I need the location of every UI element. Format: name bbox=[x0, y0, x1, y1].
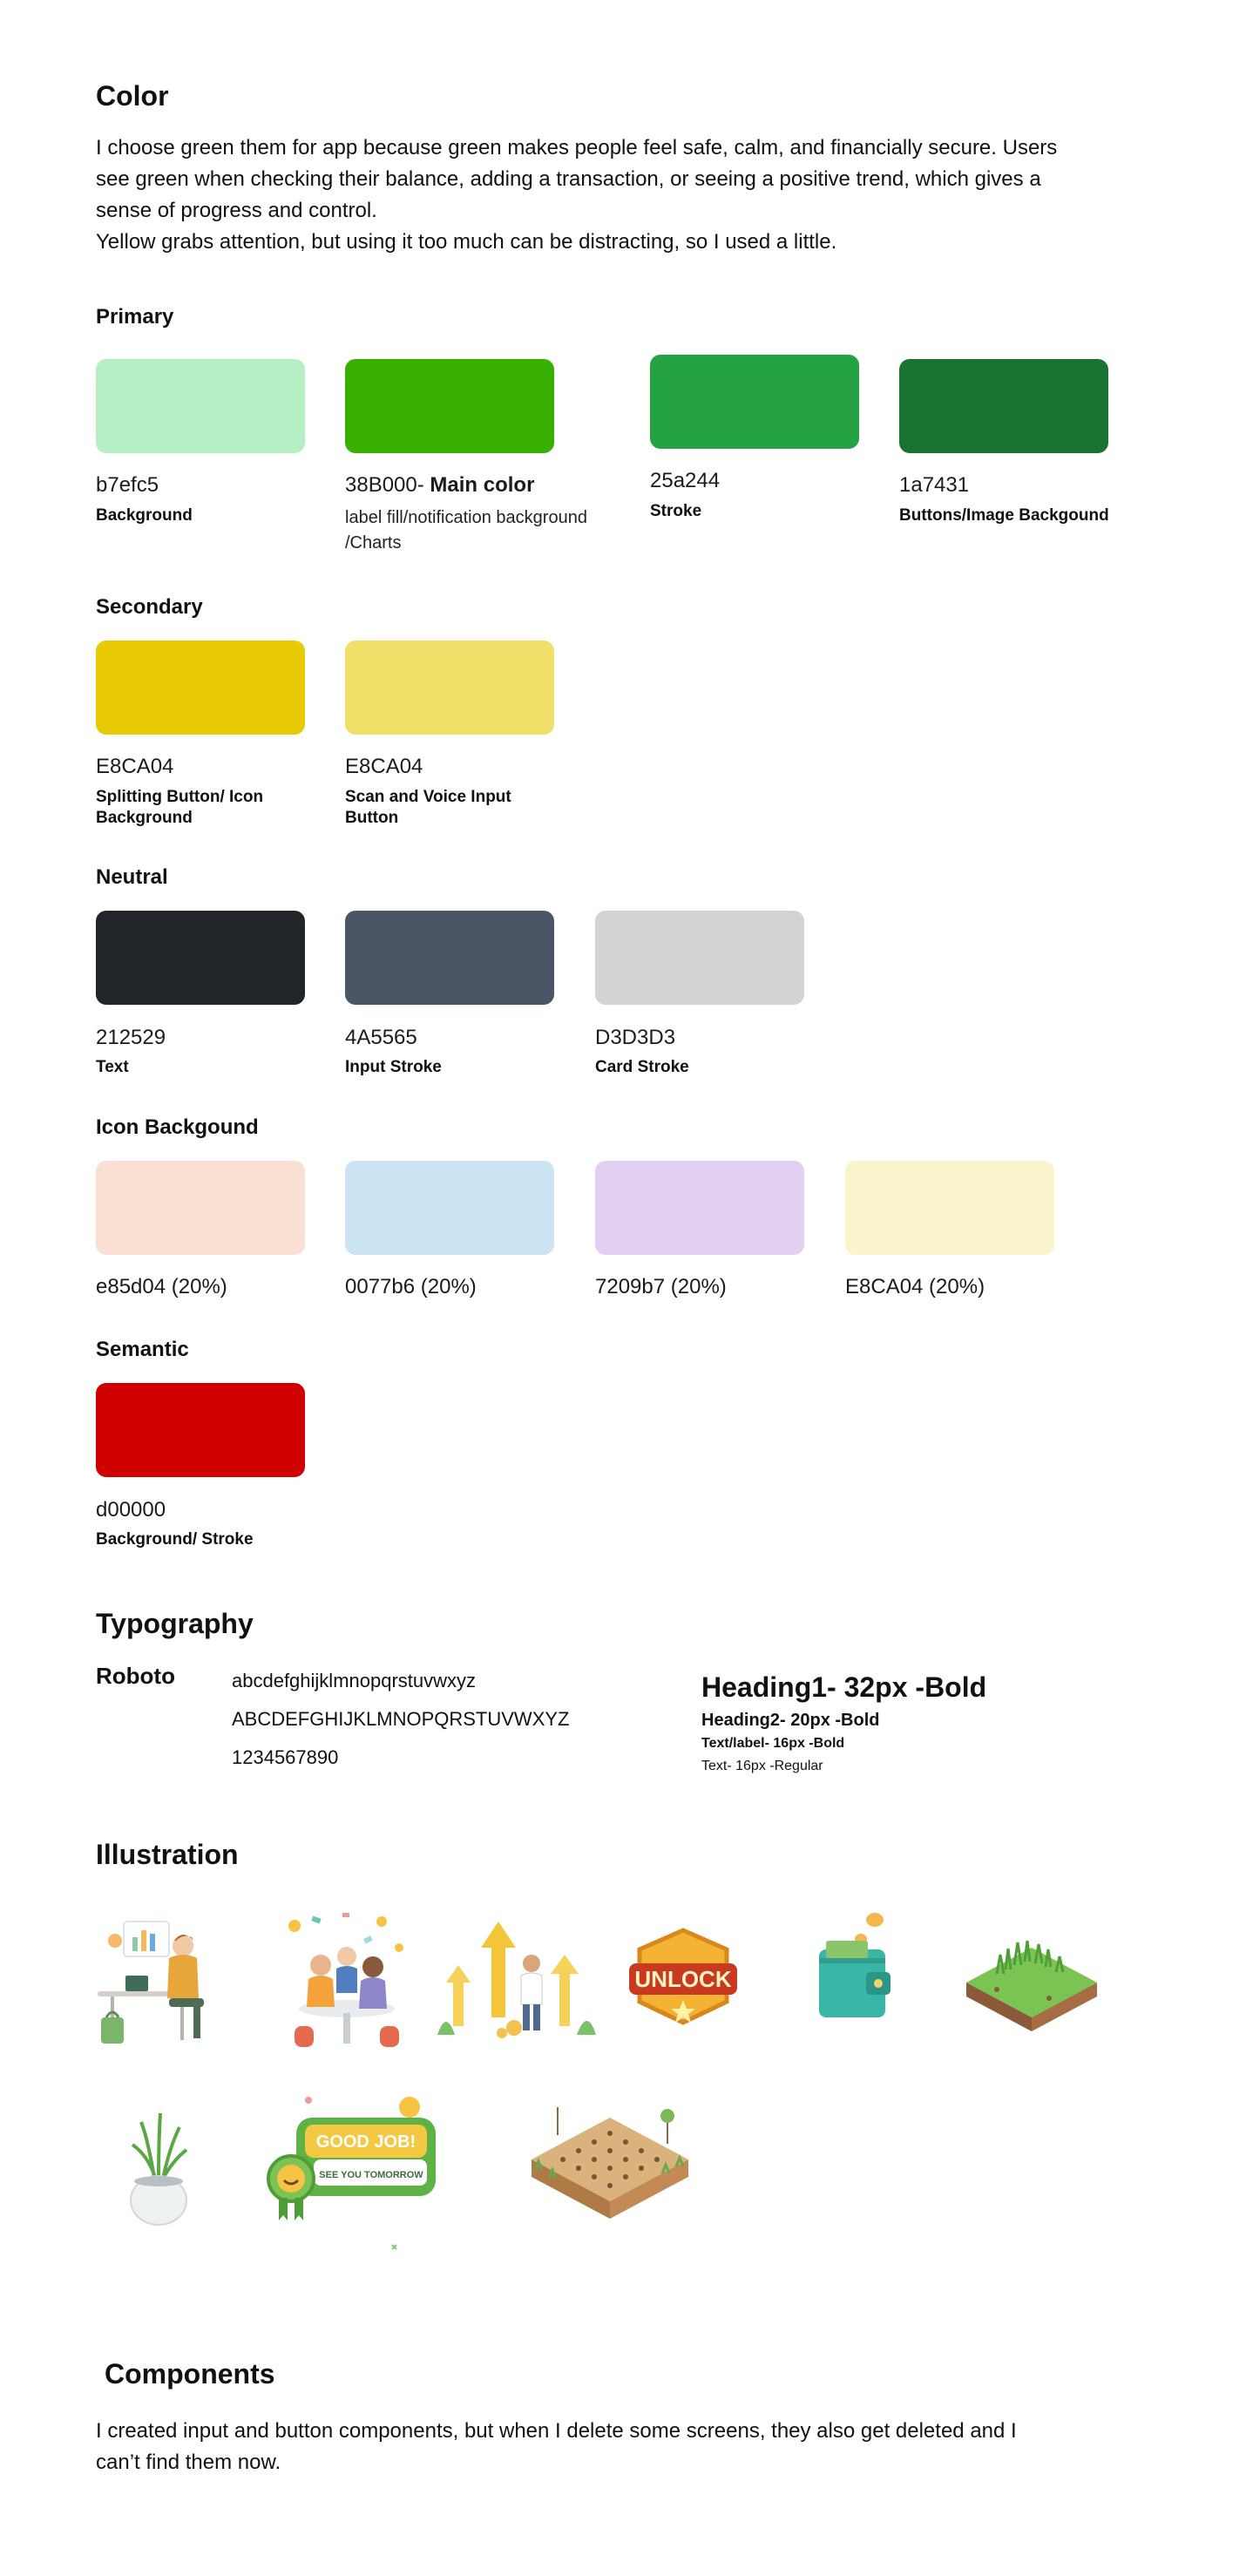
swatch-label: Input Stroke bbox=[345, 1058, 442, 1076]
swatch-code: 25a244 bbox=[650, 469, 721, 492]
specimen-digits: 1234567890 bbox=[232, 1746, 339, 1768]
illustration-title: Illustration bbox=[96, 1839, 239, 1870]
unlock-text: UNLOCK bbox=[634, 1966, 731, 1992]
intro-line: Yellow grabs attention, but using it too… bbox=[96, 230, 837, 254]
team-celebration-illustration bbox=[288, 1913, 403, 2047]
swatch-label-line: Button bbox=[345, 809, 399, 827]
swatch-semantic-red bbox=[96, 1383, 305, 1477]
swatch-label: Background bbox=[96, 506, 193, 525]
color-intro: I choose green them for app because gree… bbox=[96, 132, 1168, 258]
swatch-code-text: 38B000- bbox=[345, 473, 424, 497]
good-job-text: GOOD JOB! bbox=[316, 2132, 416, 2152]
swatch-code: E8CA04 (20%) bbox=[845, 1275, 985, 1298]
swatch-secondary-2 bbox=[345, 641, 554, 735]
components-text: I created input and button components, b… bbox=[96, 2416, 1168, 2478]
neutral-title: Neutral bbox=[96, 865, 168, 889]
type-scale-textlabel: Text/label- 16px -Bold bbox=[701, 1736, 845, 1751]
specimen-uppercase: ABCDEFGHIJKLMNOPQRSTUVWXYZ bbox=[232, 1708, 570, 1730]
swatch-label: Buttons/Image Backgound bbox=[899, 506, 1109, 525]
primary-title: Primary bbox=[96, 305, 174, 329]
swatch-code: 1a7431 bbox=[899, 473, 970, 497]
swatch-code: e85d04 (20%) bbox=[96, 1275, 227, 1298]
good-job-badge-illustration: GOOD JOB! SEE YOU TOMORROW bbox=[267, 2097, 436, 2250]
see-you-tomorrow-text: SEE YOU TOMORROW bbox=[319, 2170, 423, 2180]
swatch-label: Card Stroke bbox=[595, 1058, 689, 1076]
swatch-icon-bg-orange bbox=[96, 1161, 305, 1255]
intro-line: see green when checking their balance, a… bbox=[96, 167, 1041, 191]
swatch-primary-bg bbox=[96, 359, 305, 453]
typography-title: Typography bbox=[96, 1608, 254, 1639]
icon-bg-title: Icon Backgound bbox=[96, 1115, 259, 1139]
swatch-primary-stroke bbox=[650, 355, 859, 449]
swatch-primary-main bbox=[345, 359, 554, 453]
swatch-label-line: Scan and Voice Input bbox=[345, 788, 511, 806]
swatch-code: b7efc5 bbox=[96, 473, 159, 497]
swatch-code: 212529 bbox=[96, 1026, 166, 1049]
swatch-primary-dark bbox=[899, 359, 1108, 453]
plant-pot-illustration bbox=[130, 2112, 188, 2226]
swatch-code: E8CA04 bbox=[96, 755, 174, 778]
swatch-code: 38B000- Main color bbox=[345, 473, 534, 498]
swatch-label: Scan and Voice Input Button bbox=[345, 787, 511, 829]
components-line: I created input and button components, b… bbox=[96, 2419, 1017, 2443]
swatch-code: 7209b7 (20%) bbox=[595, 1275, 727, 1298]
swatch-code: 4A5565 bbox=[345, 1026, 417, 1049]
swatch-code: E8CA04 bbox=[345, 755, 423, 778]
swatch-desc-line: /Charts bbox=[345, 533, 402, 552]
swatch-label: Background/ Stroke bbox=[96, 1530, 254, 1549]
type-scale-text: Text- 16px -Regular bbox=[701, 1759, 823, 1773]
unlock-badge-illustration: UNLOCK bbox=[629, 1928, 737, 2025]
swatch-code: 0077b6 (20%) bbox=[345, 1275, 477, 1298]
swatch-label: Stroke bbox=[650, 502, 702, 520]
swatch-desc: label fill/notification background /Char… bbox=[345, 505, 587, 556]
swatch-neutral-card bbox=[595, 911, 804, 1005]
swatch-label-line: Splitting Button/ Icon bbox=[96, 788, 264, 806]
swatch-code: D3D3D3 bbox=[595, 1026, 676, 1049]
wallet-coins-illustration bbox=[819, 1913, 890, 2017]
growth-arrows-illustration bbox=[437, 1922, 596, 2038]
swatch-icon-bg-yellow bbox=[845, 1161, 1054, 1255]
swatch-label: Splitting Button/ Icon Background bbox=[96, 787, 263, 829]
garden-plot-illustration bbox=[532, 2107, 688, 2219]
swatch-code: d00000 bbox=[96, 1498, 166, 1522]
swatch-neutral-text bbox=[96, 911, 305, 1005]
swatch-label: Text bbox=[96, 1058, 129, 1076]
person-at-desk-illustration bbox=[98, 1921, 204, 2044]
type-scale-heading2: Heading2- 20px -Bold bbox=[701, 1711, 880, 1730]
intro-line: sense of progress and control. bbox=[96, 199, 377, 222]
components-line: can’t find them now. bbox=[96, 2451, 281, 2474]
components-title: Components bbox=[105, 2358, 275, 2390]
intro-line: I choose green them for app because gree… bbox=[96, 136, 1058, 159]
specimen-lowercase: abcdefghijklmnopqrstuvwxyz bbox=[232, 1670, 477, 1691]
swatch-secondary-1 bbox=[96, 641, 305, 735]
main-color-emphasis: Main color bbox=[430, 473, 535, 497]
swatch-neutral-input bbox=[345, 911, 554, 1005]
color-title: Color bbox=[96, 80, 169, 112]
swatch-icon-bg-purple bbox=[595, 1161, 804, 1255]
type-scale-heading1: Heading1- 32px -Bold bbox=[701, 1671, 987, 1703]
font-name: Roboto bbox=[96, 1663, 175, 1689]
secondary-title: Secondary bbox=[96, 595, 203, 619]
grass-block-illustration bbox=[966, 1940, 1097, 2031]
semantic-title: Semantic bbox=[96, 1338, 189, 1361]
swatch-icon-bg-blue bbox=[345, 1161, 554, 1255]
swatch-desc-line: label fill/notification background bbox=[345, 508, 587, 527]
swatch-label-line: Background bbox=[96, 809, 193, 827]
